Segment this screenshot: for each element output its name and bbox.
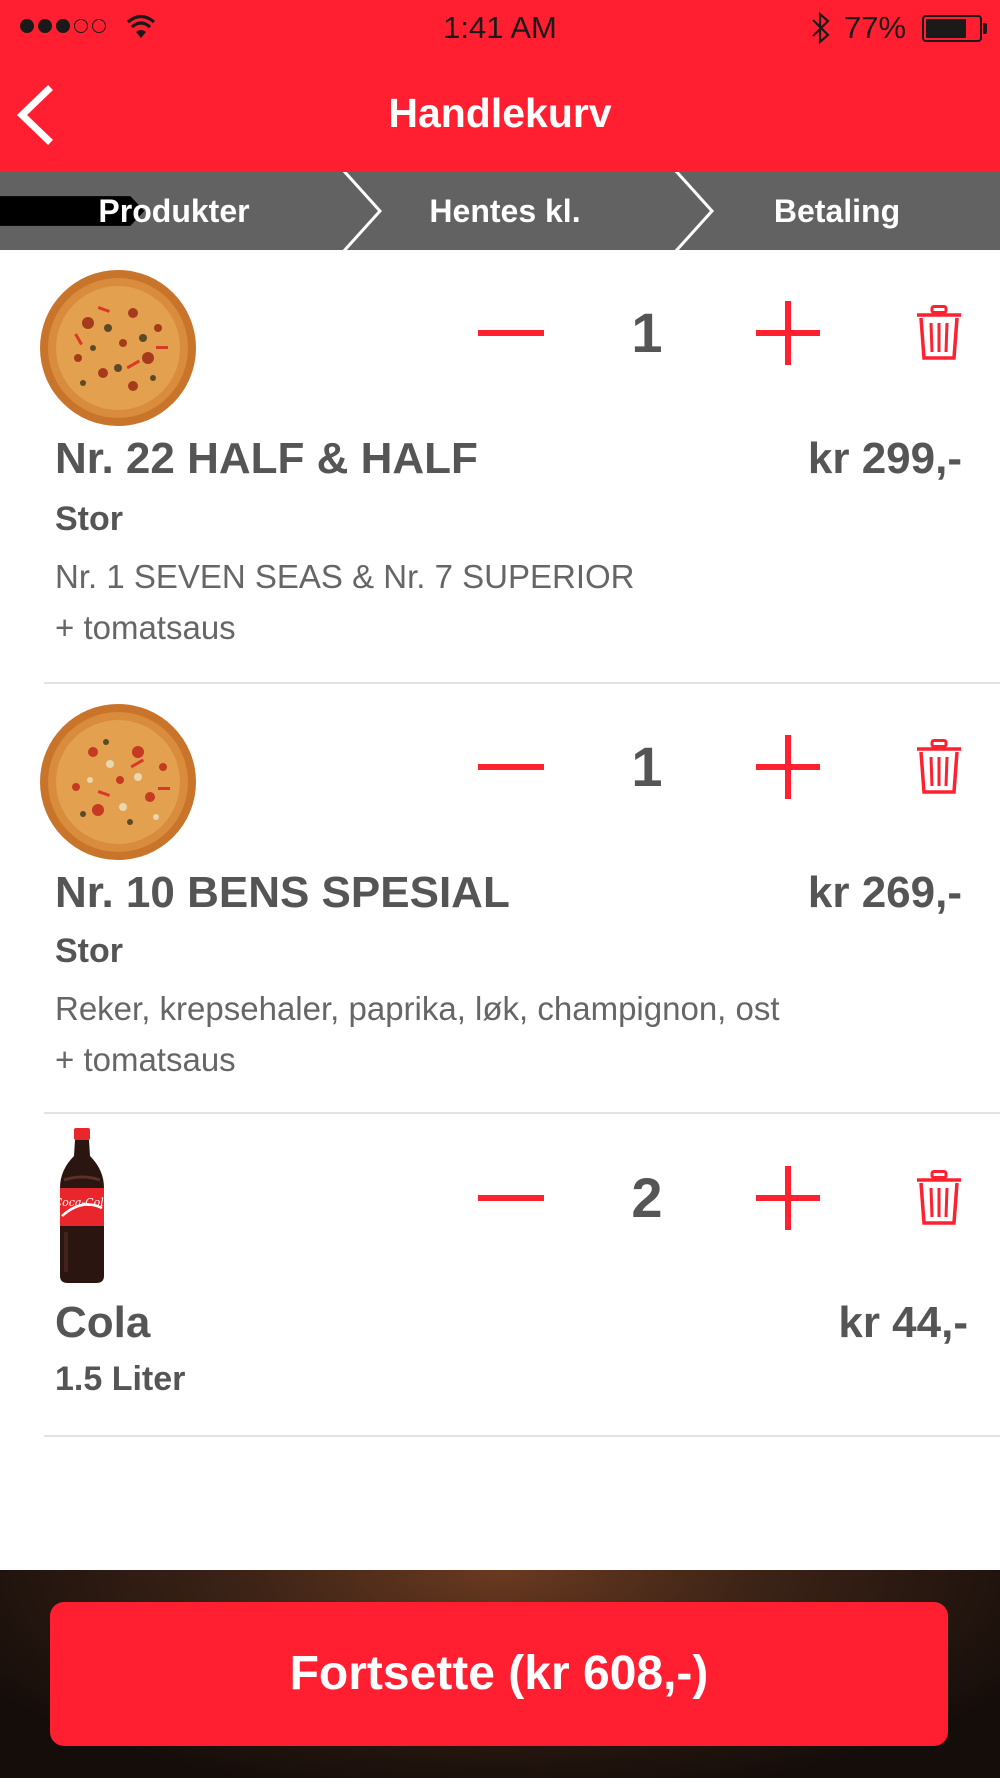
checkout-steps: Produkter Hentes kl. Betaling [0,172,1000,250]
item-description-line: Reker, krepsehaler, paprika, løk, champi… [55,990,780,1027]
page-title: Handlekurv [388,90,612,136]
step-payment[interactable]: Betaling [712,172,962,250]
increase-quantity-button[interactable] [756,1166,820,1230]
increase-quantity-button[interactable] [756,301,820,365]
battery-icon [922,15,982,42]
bluetooth-icon [812,11,830,45]
item-description-line: Nr. 1 SEVEN SEAS & Nr. 7 SUPERIOR [55,558,635,595]
item-description-line: + tomatsaus [55,609,236,646]
item-size: 1.5 Liter [55,1360,186,1398]
cart-item: 1 Nr. 10 BENS SPESIAL kr 269,- Stor Reke… [0,684,1000,1114]
item-name: Cola [55,1298,151,1347]
pizza-image [40,270,196,426]
increase-quantity-button[interactable] [756,735,820,799]
item-size: Stor [55,500,123,538]
cart-item: Coca-Cola 2 Cola kr 44,- 1.5 Liter [0,1114,1000,1440]
item-name: Nr. 10 BENS SPESIAL [55,868,510,917]
decrease-quantity-button[interactable] [478,1195,544,1201]
quantity-value: 1 [631,735,663,798]
cart-item: 1 Nr. 22 HALF & HALF kr 299,- Stor Nr. 1… [0,250,1000,684]
item-price: kr 269,- [807,868,962,917]
battery-percent: 77% [844,10,907,45]
quantity-value: 2 [631,1166,663,1229]
item-description-line: + tomatsaus [55,1041,236,1078]
trash-icon[interactable] [916,305,962,361]
decrease-quantity-button[interactable] [478,330,544,336]
decrease-quantity-button[interactable] [478,764,544,770]
item-name: Nr. 22 HALF & HALF [55,434,478,483]
checkout-footer: Fortsette (kr 608,-) [0,1570,1000,1778]
nav-header: Handlekurv [0,58,1000,172]
step-products[interactable]: Produkter [0,172,348,250]
divider [44,1435,1000,1437]
item-size: Stor [55,932,123,970]
quantity-value: 1 [631,301,663,364]
status-bar: 1:41 AM 77% [0,0,1000,58]
pizza-image [40,704,196,860]
trash-icon[interactable] [916,739,962,795]
item-price: kr 44,- [838,1298,968,1347]
step-pickup-time[interactable]: Hentes kl. [380,172,630,250]
item-price: kr 299,- [807,434,962,483]
continue-button[interactable]: Fortsette (kr 608,-) [50,1602,948,1746]
cola-bottle-image: Coca-Cola [56,1128,108,1283]
trash-icon[interactable] [916,1170,962,1226]
svg-text:Coca-Cola: Coca-Cola [56,1196,108,1209]
